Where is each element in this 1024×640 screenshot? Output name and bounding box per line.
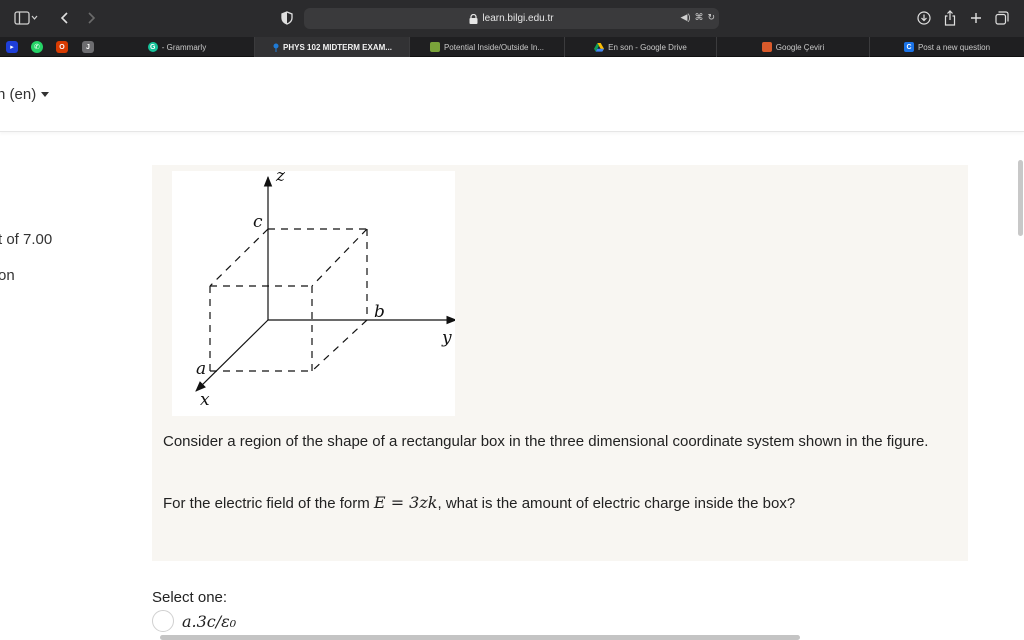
whatsapp-icon: ✆ xyxy=(34,44,40,51)
tab-label: PHYS 102 MIDTERM EXAM... xyxy=(283,42,392,52)
question-text-2: For the electric field of the form E = 3… xyxy=(163,490,953,516)
chevron-left-icon xyxy=(60,12,68,24)
tab-phys102-midterm[interactable]: PHYS 102 MIDTERM EXAM... xyxy=(255,37,410,57)
language-selector[interactable]: n (en) xyxy=(0,86,50,103)
tab-potential-inside-outside[interactable]: Potential Inside/Outside In... xyxy=(410,37,565,57)
label-a: a xyxy=(196,359,206,379)
pinned-tab-j[interactable]: J xyxy=(82,41,94,53)
tab-label: En son - Google Drive xyxy=(608,42,687,52)
pinned-tab-office[interactable]: O xyxy=(56,41,68,53)
translate-icon[interactable]: ⌘ xyxy=(694,12,703,23)
office-icon: O xyxy=(59,43,65,51)
page-header xyxy=(0,57,1024,132)
chevron-right-icon xyxy=(88,12,96,24)
sidebar-icon xyxy=(14,11,38,25)
new-tab-button[interactable] xyxy=(968,8,984,28)
select-one-label: Select one: xyxy=(152,589,228,606)
play-icon: ▸ xyxy=(10,44,14,51)
tab-label: Post a new question xyxy=(917,42,991,52)
j-icon: J xyxy=(86,43,90,51)
shield-icon xyxy=(281,11,293,25)
question-figure: z y x a b c xyxy=(172,166,458,416)
vertical-scrollbar[interactable] xyxy=(1018,160,1023,236)
tab-post-new-question[interactable]: C Post a new question xyxy=(870,37,1024,57)
translate-icon xyxy=(761,42,772,52)
chegg-icon: C xyxy=(903,42,914,52)
question-status: on xyxy=(0,267,15,284)
question-text-1: Consider a region of the shape of a rect… xyxy=(163,433,929,450)
tab-label: Potential Inside/Outside In... xyxy=(443,42,545,52)
speaker-icon[interactable]: ◀︎) xyxy=(681,12,691,23)
y-axis-label: y xyxy=(441,328,452,348)
share-button[interactable] xyxy=(942,8,958,28)
pinned-tab-1[interactable]: ▸ xyxy=(6,41,18,53)
tab-label: - Grammarly xyxy=(161,42,207,52)
sidebar-toggle-button[interactable] xyxy=(12,8,40,28)
box-diagram: z y x a b c xyxy=(195,166,458,410)
privacy-report-button[interactable] xyxy=(280,8,294,28)
pinned-tab-whatsapp[interactable]: ✆ xyxy=(31,41,43,53)
tab-bar: ▸ ✆ O J G - Grammarly PHYS 102 MIDTERM E… xyxy=(0,37,1024,57)
download-icon xyxy=(917,11,931,25)
question-text-2-prefix: For the electric field of the form xyxy=(163,495,370,512)
address-bar[interactable]: learn.bilgi.edu.tr ◀︎) ⌘ ↻ xyxy=(304,8,719,29)
question-grade: t of 7.00 xyxy=(0,231,53,248)
horizontal-scrollbar[interactable] xyxy=(160,635,800,640)
label-c: c xyxy=(253,212,263,232)
answer-option-a-label: a.3c/ε₀ xyxy=(182,611,237,631)
lock-icon xyxy=(469,13,478,24)
grammarly-icon: G xyxy=(147,42,158,52)
browser-toolbar: learn.bilgi.edu.tr ◀︎) ⌘ ↻ xyxy=(0,0,1024,37)
page-icon xyxy=(429,42,440,52)
tab-grammarly[interactable]: G - Grammarly xyxy=(100,37,255,57)
field-formula: E = 3zk xyxy=(373,493,438,512)
caret-down-icon xyxy=(41,92,50,97)
radio-button-a[interactable] xyxy=(152,610,174,632)
x-axis xyxy=(195,319,269,392)
tab-google-drive[interactable]: En son - Google Drive xyxy=(565,37,717,57)
share-icon xyxy=(944,10,956,26)
label-b: b xyxy=(374,302,385,322)
plus-icon xyxy=(971,13,981,23)
address-text: learn.bilgi.edu.tr xyxy=(482,13,554,24)
reload-icon[interactable]: ↻ xyxy=(707,12,715,23)
map-pin-icon xyxy=(272,42,279,52)
tab-label: Google Çeviri xyxy=(775,42,825,52)
language-label: n (en) xyxy=(0,86,37,103)
z-axis-label: z xyxy=(275,171,286,186)
tabs-overview-icon xyxy=(995,11,1009,25)
back-button[interactable] xyxy=(58,8,72,28)
forward-button[interactable] xyxy=(84,8,98,28)
box-edges xyxy=(209,228,368,372)
downloads-button[interactable] xyxy=(916,8,932,28)
question-text-2-suffix: , what is the amount of electric charge … xyxy=(437,495,796,512)
tab-overview-button[interactable] xyxy=(994,8,1010,28)
answer-option-a[interactable]: a.3c/ε₀ xyxy=(152,610,236,632)
x-axis-label: x xyxy=(200,390,210,410)
google-drive-icon xyxy=(594,42,605,52)
tab-google-ceviri[interactable]: Google Çeviri xyxy=(717,37,870,57)
